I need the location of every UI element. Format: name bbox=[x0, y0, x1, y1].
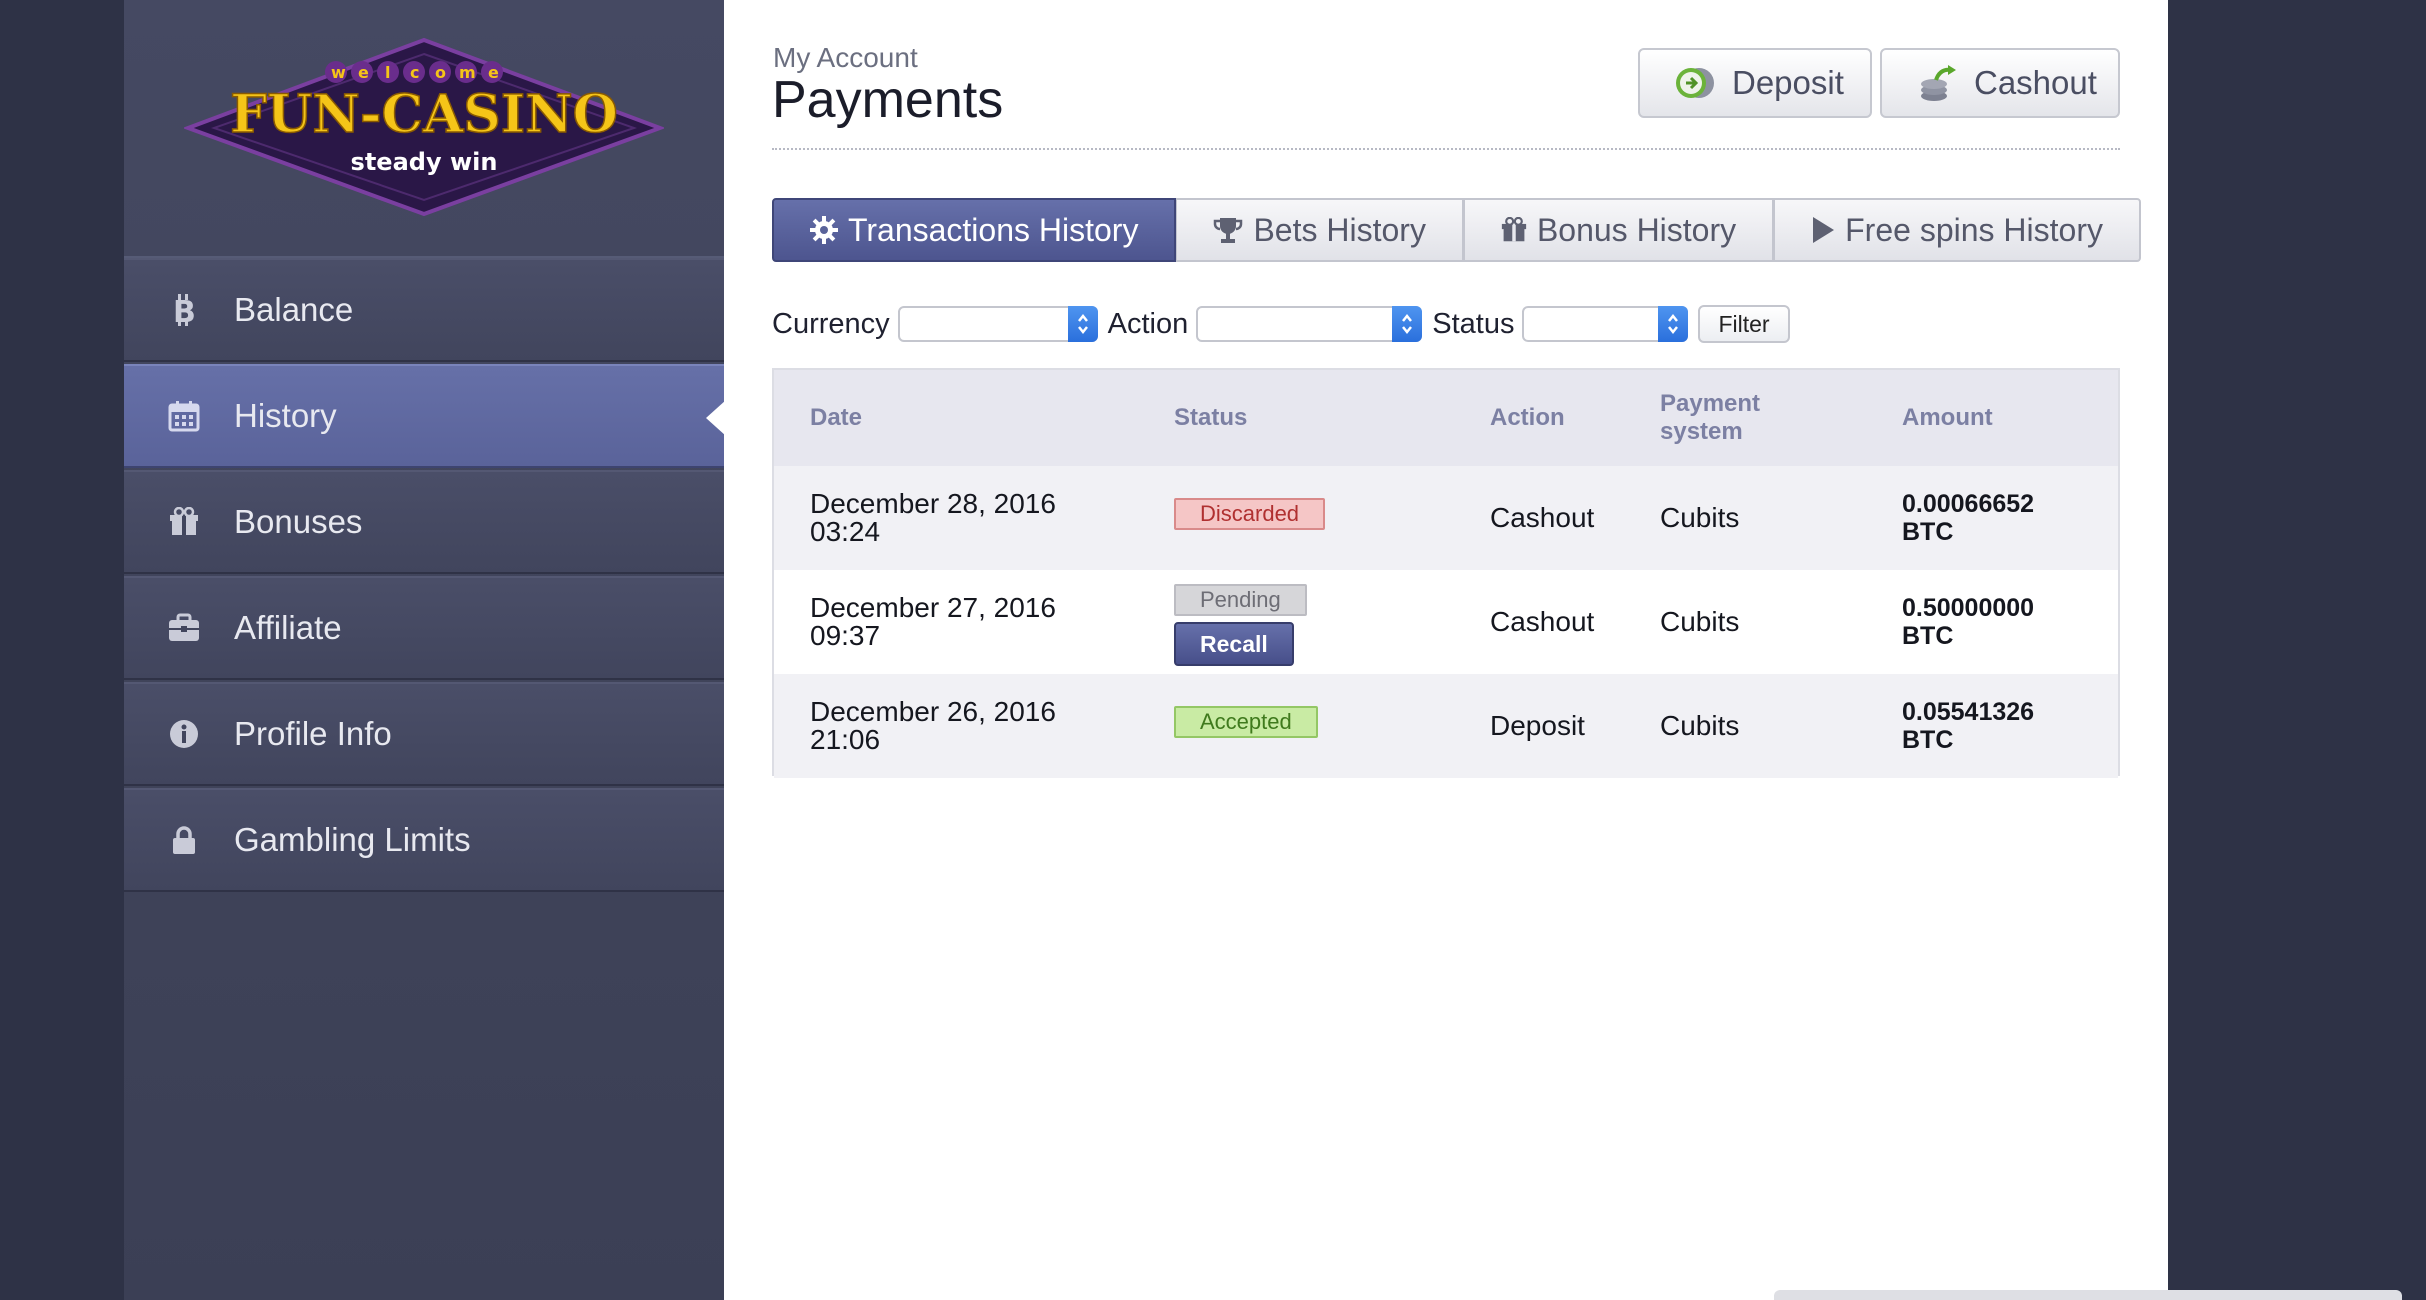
gift-icon bbox=[164, 507, 204, 537]
recall-button[interactable]: Recall bbox=[1174, 622, 1294, 666]
bottom-panel-edge bbox=[1774, 1290, 2402, 1300]
sidebar-item-bonuses[interactable]: Bonuses bbox=[124, 470, 724, 574]
sidebar-item-gambling-limits[interactable]: Gambling Limits bbox=[124, 788, 724, 892]
status-badge: Accepted bbox=[1174, 706, 1318, 738]
action-select[interactable] bbox=[1196, 306, 1423, 342]
logo-brand-text: FUN-CASINO bbox=[230, 84, 618, 145]
select-arrows-icon bbox=[1658, 306, 1689, 342]
svg-text:w: w bbox=[331, 63, 346, 82]
tab-label: Bonus History bbox=[1536, 211, 1737, 248]
action-label: Action bbox=[1107, 307, 1189, 340]
logo-tagline: steady win bbox=[351, 148, 498, 176]
table-row: December 26, 2016 21:06 Accepted Deposit… bbox=[774, 674, 2118, 778]
cashout-label: Cashout bbox=[1974, 64, 2097, 101]
tab-label: Free spins History bbox=[1845, 211, 2103, 248]
status-select[interactable] bbox=[1522, 306, 1689, 342]
sidebar-item-history[interactable]: History bbox=[124, 364, 726, 468]
row-payment-system: Cubits bbox=[1660, 502, 1740, 533]
briefcase-icon bbox=[164, 613, 204, 643]
gear-icon bbox=[810, 216, 838, 244]
svg-text:B: B bbox=[173, 295, 196, 326]
svg-text:l: l bbox=[385, 63, 390, 82]
filters-bar: Currency Action Status Filter bbox=[772, 302, 1790, 346]
row-amount: 0.00066652 bbox=[1902, 490, 2035, 518]
sidebar-item-profile-info[interactable]: Profile Info bbox=[124, 682, 724, 786]
cashout-button[interactable]: Cashout bbox=[1880, 48, 2120, 118]
lock-icon bbox=[164, 825, 204, 855]
row-currency: BTC bbox=[1902, 518, 1954, 546]
sidebar-item-label: Affiliate bbox=[234, 609, 342, 646]
row-currency: BTC bbox=[1902, 622, 1954, 650]
sidebar-item-label: History bbox=[234, 397, 337, 434]
play-icon bbox=[1811, 216, 1835, 244]
row-action: Cashout bbox=[1490, 606, 1595, 637]
sidebar-item-label: Profile Info bbox=[234, 715, 392, 752]
table-row: December 28, 2016 03:24 Discarded Cashou… bbox=[774, 466, 2118, 570]
history-tabs: Transactions History Bets History Bonus … bbox=[772, 198, 2141, 262]
sidebar-item-balance[interactable]: B Balance bbox=[124, 258, 724, 362]
column-header-status[interactable]: Status bbox=[1174, 404, 1247, 432]
deposit-button[interactable]: Deposit bbox=[1638, 48, 1872, 118]
svg-text:m: m bbox=[459, 63, 476, 82]
tab-label: Transactions History bbox=[848, 211, 1139, 248]
svg-text:e: e bbox=[358, 63, 369, 82]
bitcoin-icon: B bbox=[164, 294, 204, 326]
sidebar: wel com e FUN-CASINO steady win B Balanc… bbox=[124, 0, 726, 1300]
table-header: Date Status Action Payment system Amount bbox=[774, 370, 2118, 466]
svg-text:c: c bbox=[410, 63, 419, 82]
tab-transactions-history[interactable]: Transactions History bbox=[772, 198, 1177, 262]
row-date: December 27, 2016 bbox=[810, 592, 1056, 623]
active-indicator bbox=[706, 400, 726, 436]
row-action: Cashout bbox=[1490, 502, 1595, 533]
logo-area: wel com e FUN-CASINO steady win bbox=[124, 0, 724, 258]
sidebar-item-label: Balance bbox=[234, 291, 354, 328]
svg-text:e: e bbox=[488, 63, 499, 82]
row-payment-system: Cubits bbox=[1660, 606, 1740, 637]
deposit-icon bbox=[1676, 66, 1716, 100]
sidebar-item-label: Bonuses bbox=[234, 503, 363, 540]
cashout-icon bbox=[1918, 64, 1958, 102]
status-label: Status bbox=[1432, 307, 1515, 340]
svg-text:o: o bbox=[435, 63, 446, 82]
column-header-date[interactable]: Date bbox=[810, 404, 862, 432]
info-icon bbox=[164, 719, 204, 749]
filter-button[interactable]: Filter bbox=[1698, 305, 1790, 343]
row-time: 09:37 bbox=[810, 620, 881, 651]
trophy-icon bbox=[1213, 216, 1243, 244]
row-date: December 28, 2016 bbox=[810, 488, 1056, 519]
row-date: December 26, 2016 bbox=[810, 696, 1056, 727]
transactions-table: Date Status Action Payment system Amount… bbox=[772, 368, 2120, 778]
tab-bets-history[interactable]: Bets History bbox=[1176, 198, 1464, 262]
gift-icon bbox=[1501, 217, 1527, 243]
table-row: December 27, 2016 09:37 Pending Recall C… bbox=[774, 570, 2118, 674]
row-time: 03:24 bbox=[810, 516, 881, 547]
header-divider bbox=[772, 148, 2120, 150]
tab-free-spins-history[interactable]: Free spins History bbox=[1774, 198, 2141, 262]
row-time: 21:06 bbox=[810, 724, 881, 755]
page-title: Payments bbox=[772, 71, 1004, 129]
sidebar-item-affiliate[interactable]: Affiliate bbox=[124, 576, 724, 680]
tab-label: Bets History bbox=[1253, 211, 1426, 248]
calendar-icon bbox=[164, 400, 204, 432]
row-amount: 0.05541326 bbox=[1902, 698, 2035, 726]
fun-casino-logo[interactable]: wel com e FUN-CASINO steady win bbox=[184, 36, 664, 216]
select-arrows-icon bbox=[1392, 306, 1423, 342]
status-badge: Pending bbox=[1174, 584, 1307, 616]
row-currency: BTC bbox=[1902, 726, 1954, 754]
column-header-amount[interactable]: Amount bbox=[1902, 404, 1993, 432]
select-arrows-icon bbox=[1067, 306, 1098, 342]
column-header-action[interactable]: Action bbox=[1490, 404, 1565, 432]
row-action: Deposit bbox=[1490, 710, 1585, 741]
currency-label: Currency bbox=[772, 307, 890, 340]
row-amount: 0.50000000 bbox=[1902, 594, 2035, 622]
row-payment-system: Cubits bbox=[1660, 710, 1740, 741]
tab-bonus-history[interactable]: Bonus History bbox=[1463, 198, 1775, 262]
main-content: My Account Payments Deposit Cashout Tran… bbox=[724, 0, 2168, 1300]
sidebar-item-label: Gambling Limits bbox=[234, 821, 471, 858]
column-header-payment-system[interactable]: Payment system bbox=[1660, 390, 1760, 446]
currency-select[interactable] bbox=[897, 306, 1098, 342]
deposit-label: Deposit bbox=[1732, 64, 1844, 101]
status-badge: Discarded bbox=[1174, 498, 1326, 530]
